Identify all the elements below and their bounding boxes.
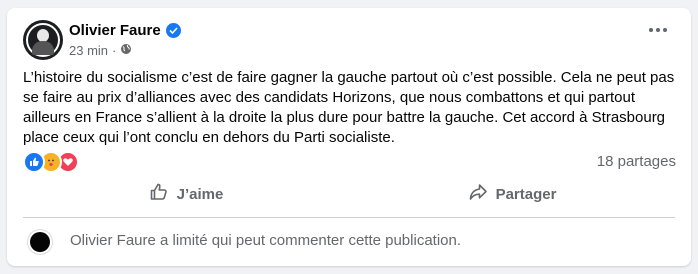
author-name[interactable]: Olivier Faure [69, 22, 161, 39]
comments-restricted-notice: Olivier Faure a limité qui peut commente… [70, 232, 462, 249]
actions-divider [23, 217, 675, 218]
share-icon [468, 182, 488, 206]
more-options-button[interactable] [649, 28, 667, 32]
like-button[interactable]: J’aime [23, 176, 349, 212]
commenter-avatar [27, 229, 53, 255]
like-icon [23, 151, 45, 173]
post-time[interactable]: 23 min [69, 43, 108, 58]
share-label: Partager [495, 185, 557, 203]
author-header: Olivier Faure [69, 22, 181, 39]
post-meta: 23 min · [69, 43, 132, 58]
post-card: Olivier Faure 23 min · L’histoire du soc… [7, 8, 691, 266]
thumbs-up-icon [149, 182, 169, 206]
share-button[interactable]: Partager [349, 176, 675, 212]
shares-count[interactable]: 18 partages [597, 153, 676, 170]
like-label: J’aime [176, 185, 224, 203]
author-avatar[interactable] [23, 20, 63, 60]
post-actions: J’aime Partager [23, 176, 675, 212]
post-text: L’histoire du socialisme c’est de faire … [23, 69, 675, 146]
globe-icon [120, 43, 132, 58]
reactions-summary[interactable] [23, 151, 79, 173]
meta-separator: · [112, 43, 117, 58]
verified-badge-icon [165, 23, 181, 38]
